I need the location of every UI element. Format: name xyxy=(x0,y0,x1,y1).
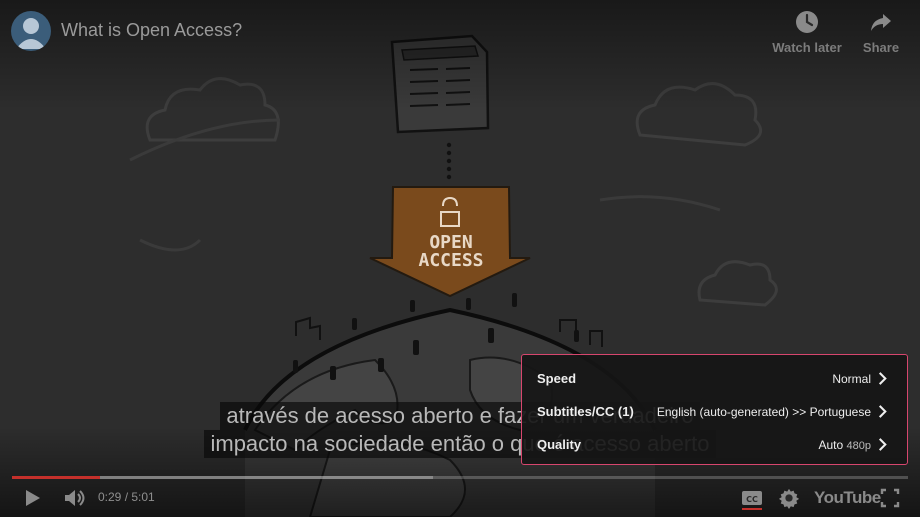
chevron-right-icon xyxy=(878,372,887,385)
watch-later-label: Watch later xyxy=(772,40,842,55)
watch-later-button[interactable]: Watch later xyxy=(770,10,844,55)
menu-item-label: Speed xyxy=(537,371,577,386)
share-label: Share xyxy=(862,40,900,55)
youtube-logo[interactable]: YouTube xyxy=(814,488,881,508)
menu-item-value: English (auto-generated) >> Portuguese xyxy=(656,404,871,419)
progress-played xyxy=(12,476,100,479)
person-icon xyxy=(16,18,46,49)
menu-item-speed[interactable]: Speed Normal xyxy=(522,362,907,395)
time-display: 0:29 / 5:01 xyxy=(98,490,155,504)
chevron-right-icon xyxy=(878,405,887,418)
arrow-label-line2: ACCESS xyxy=(418,250,483,271)
menu-item-subtitles[interactable]: Subtitles/CC (1) English (auto-generated… xyxy=(522,395,907,428)
menu-item-label: Quality xyxy=(537,437,582,452)
menu-item-value: Normal xyxy=(832,371,871,386)
chevron-right-icon xyxy=(878,438,887,451)
menu-item-quality[interactable]: Quality Auto 480p xyxy=(522,428,907,461)
settings-menu: Speed Normal Subtitles/CC (1) English (a… xyxy=(521,354,908,465)
menu-item-label: Subtitles/CC (1) xyxy=(537,404,634,419)
subtitles-icon[interactable]: CC xyxy=(741,486,763,510)
svg-text:CC: CC xyxy=(746,495,758,504)
channel-avatar-icon[interactable] xyxy=(11,11,51,51)
menu-item-value: Auto 480p xyxy=(818,437,871,452)
document-drawing xyxy=(390,34,490,134)
share-button[interactable]: Share xyxy=(860,10,902,55)
video-player[interactable]: OPEN ACCESS What is Open Access? Watch l… xyxy=(0,0,920,517)
fullscreen-icon[interactable] xyxy=(880,486,900,510)
volume-icon[interactable] xyxy=(62,486,86,510)
settings-gear-icon[interactable] xyxy=(778,486,800,510)
progress-bar[interactable] xyxy=(12,476,908,479)
video-title[interactable]: What is Open Access? xyxy=(61,20,242,41)
clock-icon xyxy=(796,11,818,33)
play-icon[interactable] xyxy=(22,486,42,510)
share-arrow-icon xyxy=(871,14,891,31)
